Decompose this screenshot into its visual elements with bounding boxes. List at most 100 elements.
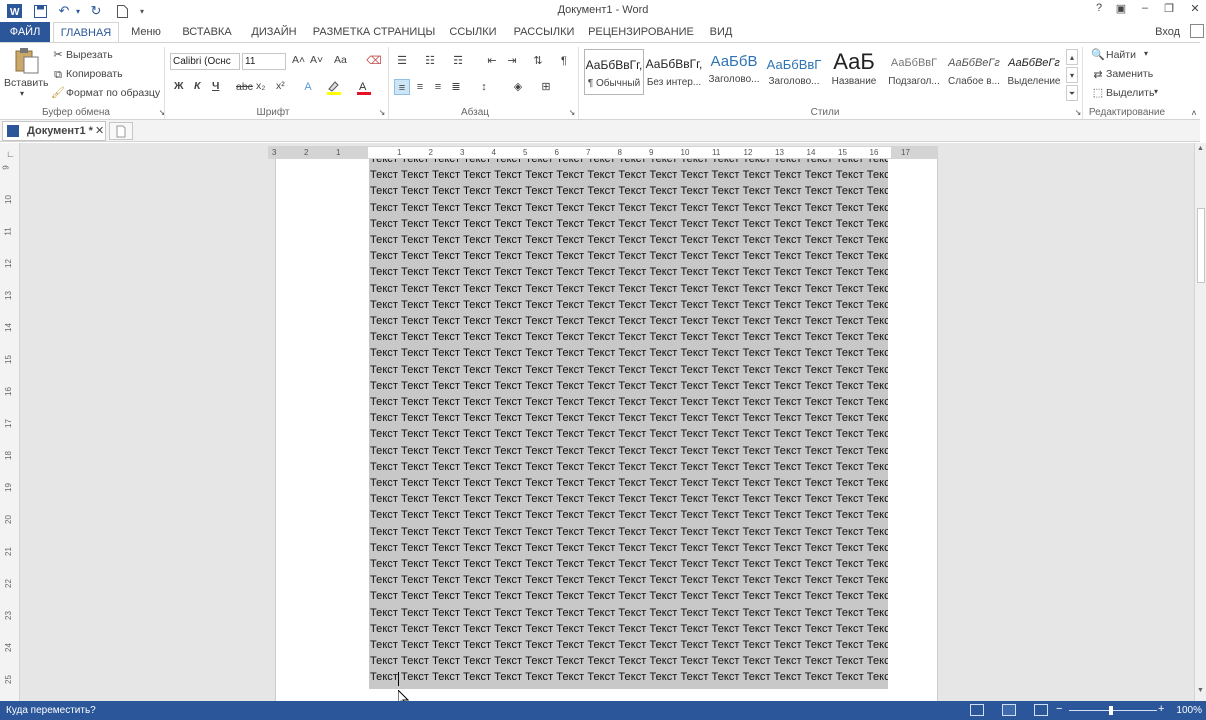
document-page[interactable]: Текст Текст Текст Текст Текст Текст Текс… xyxy=(275,159,938,701)
document-line[interactable]: Текст Текст Текст Текст Текст Текст Текс… xyxy=(370,185,888,197)
document-line[interactable]: Текст Текст Текст Текст Текст Текст Текс… xyxy=(370,558,888,570)
style-normal[interactable]: АаБбВвГг, ¶ Обычный xyxy=(584,49,644,95)
style-subtitle[interactable]: АаБбВвГ Подзагол... xyxy=(884,49,944,95)
subscript-button[interactable]: x₂ xyxy=(256,80,265,92)
restore-button[interactable]: ❐ xyxy=(1158,2,1180,18)
document-line[interactable]: Текст Текст Текст Текст Текст Текст Текс… xyxy=(370,331,888,343)
format-painter-button[interactable]: Формат по образцу xyxy=(66,87,160,99)
document-line[interactable]: Текст Текст Текст Текст Текст Текст Текс… xyxy=(370,461,888,473)
document-line[interactable]: Текст Текст Текст Текст Текст Текст Текс… xyxy=(370,234,888,246)
vertical-scrollbar[interactable]: ▲ ▼ xyxy=(1194,143,1206,701)
read-mode-icon[interactable] xyxy=(970,704,984,716)
style-subtle-emphasis[interactable]: АаБбВеГг Слабое в... xyxy=(944,49,1004,95)
document-line[interactable]: Текст Текст Текст Текст Текст Текст Текс… xyxy=(370,509,888,521)
style-emphasis[interactable]: АаБбВеГг Выделение xyxy=(1004,49,1064,95)
document-line[interactable]: Текст Текст Текст Текст Текст Текст Текс… xyxy=(370,607,888,619)
copy-icon[interactable]: ⧉ xyxy=(50,67,66,83)
replace-icon[interactable]: ⇄ xyxy=(1090,67,1106,83)
shrink-font-button[interactable]: A˅ xyxy=(310,54,323,66)
document-line[interactable]: Текст Текст Текст Текст Текст Текст Текс… xyxy=(370,542,888,554)
document-line[interactable]: Текст Текст Текст Текст Текст Текст Текс… xyxy=(370,445,888,457)
zoom-slider[interactable] xyxy=(1069,710,1157,711)
font-size-combo[interactable]: 11 xyxy=(242,53,286,70)
paste-dropdown-icon[interactable]: ▾ xyxy=(20,89,24,98)
zoom-slider-thumb[interactable] xyxy=(1109,706,1113,715)
style-heading-2[interactable]: АаБбВвГ Заголово... xyxy=(764,49,824,95)
bold-button[interactable]: Ж xyxy=(174,80,184,92)
scroll-up-icon[interactable]: ▲ xyxy=(1197,145,1204,152)
document-line[interactable]: Текст Текст Текст Текст Текст Текст Текс… xyxy=(370,347,888,359)
document-line[interactable]: Текст Текст Текст Текст Текст Текст Текс… xyxy=(370,396,888,408)
new-tab-button[interactable] xyxy=(109,122,133,140)
copy-button[interactable]: Копировать xyxy=(66,68,123,80)
superscript-button[interactable]: x² xyxy=(276,80,285,92)
document-line[interactable]: Текст Текст Текст Текст Текст Текст Текс… xyxy=(370,655,888,667)
style-no-spacing[interactable]: АаБбВвГг, Без интер... xyxy=(644,49,704,95)
document-line[interactable]: Текст Текст Текст Текст Текст Текст Текс… xyxy=(370,315,888,327)
tab-selector-icon[interactable]: ∟ xyxy=(6,149,15,159)
styles-scroll-down-icon[interactable]: ▾ xyxy=(1066,67,1078,83)
tab-mailings[interactable]: РАССЫЛКИ xyxy=(510,22,578,42)
style-heading-1[interactable]: АаБбВ⁣ Заголово... xyxy=(704,49,764,95)
document-line[interactable]: Текст Текст Текст Текст Текст Текст Текс… xyxy=(370,526,888,538)
line-spacing-icon[interactable]: ↕ xyxy=(476,79,492,95)
document-line[interactable]: Текст Текст Текст Текст Текст Текст Текс… xyxy=(370,283,888,295)
document-line[interactable]: Текст Текст Текст Текст Текст Текст Текс… xyxy=(370,639,888,651)
tab-page-layout[interactable]: РАЗМЕТКА СТРАНИЦЫ xyxy=(312,22,436,42)
document-line[interactable]: Текст Текст Текст Текст Текст Текст Текс… xyxy=(370,169,888,181)
document-line[interactable]: Текст Текст Текст Текст Текст Текст Текс… xyxy=(370,299,888,311)
shading-icon[interactable]: ◈ xyxy=(510,79,526,95)
print-layout-icon[interactable] xyxy=(1002,704,1016,716)
styles-scroll-up-icon[interactable]: ▴ xyxy=(1066,49,1078,65)
grow-font-button[interactable]: A˄ xyxy=(292,54,305,66)
scrollbar-thumb[interactable] xyxy=(1197,208,1205,283)
document-line[interactable]: Текст Текст Текст Текст Текст Текст Текс… xyxy=(370,202,888,214)
text-effects-icon[interactable]: A xyxy=(300,79,316,95)
clear-formatting-icon[interactable]: ⌫ xyxy=(366,53,382,69)
font-name-combo[interactable]: Calibri (Оснс xyxy=(170,53,240,70)
tab-file[interactable]: ФАЙЛ xyxy=(0,22,50,42)
document-line[interactable]: Текст Текст Текст Текст Текст Текст Текс… xyxy=(370,428,888,440)
decrease-indent-icon[interactable]: ⇤ xyxy=(484,53,500,69)
clipboard-paste-icon[interactable] xyxy=(12,47,40,75)
align-left-icon[interactable]: ≡ xyxy=(394,79,410,95)
tab-insert[interactable]: ВСТАВКА xyxy=(178,22,236,42)
bullets-icon[interactable]: ☰ xyxy=(394,53,410,69)
justify-icon[interactable]: ≣ xyxy=(448,79,464,95)
sort-icon[interactable]: ⇅ xyxy=(530,53,546,69)
document-line[interactable]: Текст Текст Текст Текст Текст Текст Текс… xyxy=(370,159,888,165)
selected-text-block[interactable]: Текст Текст Текст Текст Текст Текст Текс… xyxy=(369,159,888,689)
document-line[interactable]: Текст Текст Текст Текст Текст Текст Текс… xyxy=(370,218,888,230)
zoom-level[interactable]: 100% xyxy=(1176,705,1202,716)
select-icon[interactable]: ⬚ xyxy=(1090,85,1106,101)
highlight-icon[interactable] xyxy=(326,79,342,95)
select-button[interactable]: Выделить xyxy=(1106,87,1154,99)
collapse-ribbon-icon[interactable]: ˄ xyxy=(1186,105,1202,121)
italic-button[interactable]: К xyxy=(194,80,200,92)
select-dropdown-icon[interactable]: ▾ xyxy=(1154,87,1158,96)
document-line[interactable]: Текст Текст Текст Текст Текст Текст Текс… xyxy=(370,380,888,392)
document-line[interactable]: Текст Текст Текст Текст Текст Текст Текс… xyxy=(370,477,888,489)
find-button[interactable]: Найти xyxy=(1106,49,1136,61)
zoom-in-icon[interactable]: + xyxy=(1158,703,1164,715)
zoom-out-icon[interactable]: − xyxy=(1056,703,1062,715)
close-tab-icon[interactable]: ✕ xyxy=(95,122,104,140)
align-center-icon[interactable]: ≡ xyxy=(412,79,428,95)
paste-button[interactable]: Вставить xyxy=(4,77,49,89)
minimize-button[interactable]: – xyxy=(1134,2,1156,18)
format-painter-icon[interactable]: 🖌 xyxy=(50,85,66,101)
ribbon-display-button[interactable]: ▣ xyxy=(1110,2,1132,18)
numbering-icon[interactable]: ☷ xyxy=(422,53,438,69)
document-line[interactable]: Текст Текст Текст Текст Текст Текст Текс… xyxy=(370,623,888,635)
find-dropdown-icon[interactable]: ▾ xyxy=(1144,49,1148,58)
document-line[interactable]: Текст Текст Текст Текст Текст Текст Текс… xyxy=(370,493,888,505)
help-button[interactable]: ? xyxy=(1088,2,1110,18)
show-formatting-icon[interactable]: ¶ xyxy=(556,53,572,69)
tab-review[interactable]: РЕЦЕНЗИРОВАНИЕ xyxy=(588,22,694,42)
document-line[interactable]: Текст Текст Текст Текст Текст Текст Текс… xyxy=(370,412,888,424)
web-layout-icon[interactable] xyxy=(1034,704,1048,716)
document-line[interactable]: Текст Текст Текст Текст Текст Текст Текс… xyxy=(370,266,888,278)
clipboard-launcher-icon[interactable]: ↘ xyxy=(154,105,170,121)
account-icon[interactable] xyxy=(1190,24,1204,38)
document-line[interactable]: Текст Текст Текст Текст Текст Текст Текс… xyxy=(370,364,888,376)
